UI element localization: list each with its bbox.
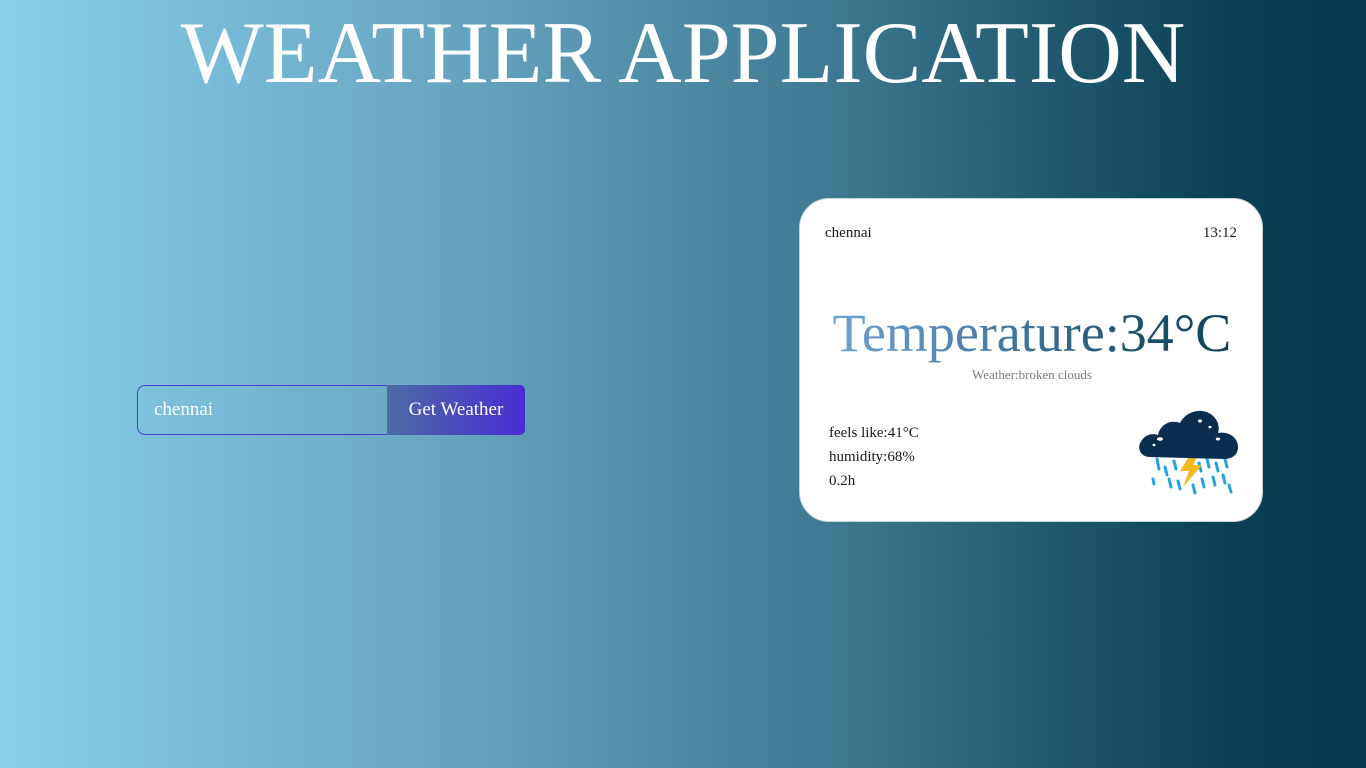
get-weather-button[interactable]: Get Weather bbox=[387, 385, 525, 435]
app-title: WEATHER APPLICATION bbox=[180, 5, 1186, 102]
search-form: Get Weather bbox=[137, 385, 525, 435]
rain-value: 0.2h bbox=[829, 473, 856, 489]
card-time: 13:12 bbox=[1202, 225, 1237, 241]
weather-card: chennai 13:12 Temperature:34°C Weather:b… bbox=[799, 198, 1263, 522]
thunderstorm-rain-icon bbox=[1139, 410, 1238, 495]
card-condition: Weather:broken clouds bbox=[972, 367, 1092, 382]
humidity-value: humidity:68% bbox=[829, 449, 915, 465]
card-city: chennai bbox=[825, 225, 872, 241]
city-input[interactable] bbox=[137, 385, 387, 435]
feels-like-value: feels like:41°C bbox=[829, 425, 919, 441]
card-temperature: Temperature:34°C bbox=[800, 303, 1264, 363]
card-details: feels like:41°C humidity:68% 0.2h bbox=[829, 421, 919, 493]
